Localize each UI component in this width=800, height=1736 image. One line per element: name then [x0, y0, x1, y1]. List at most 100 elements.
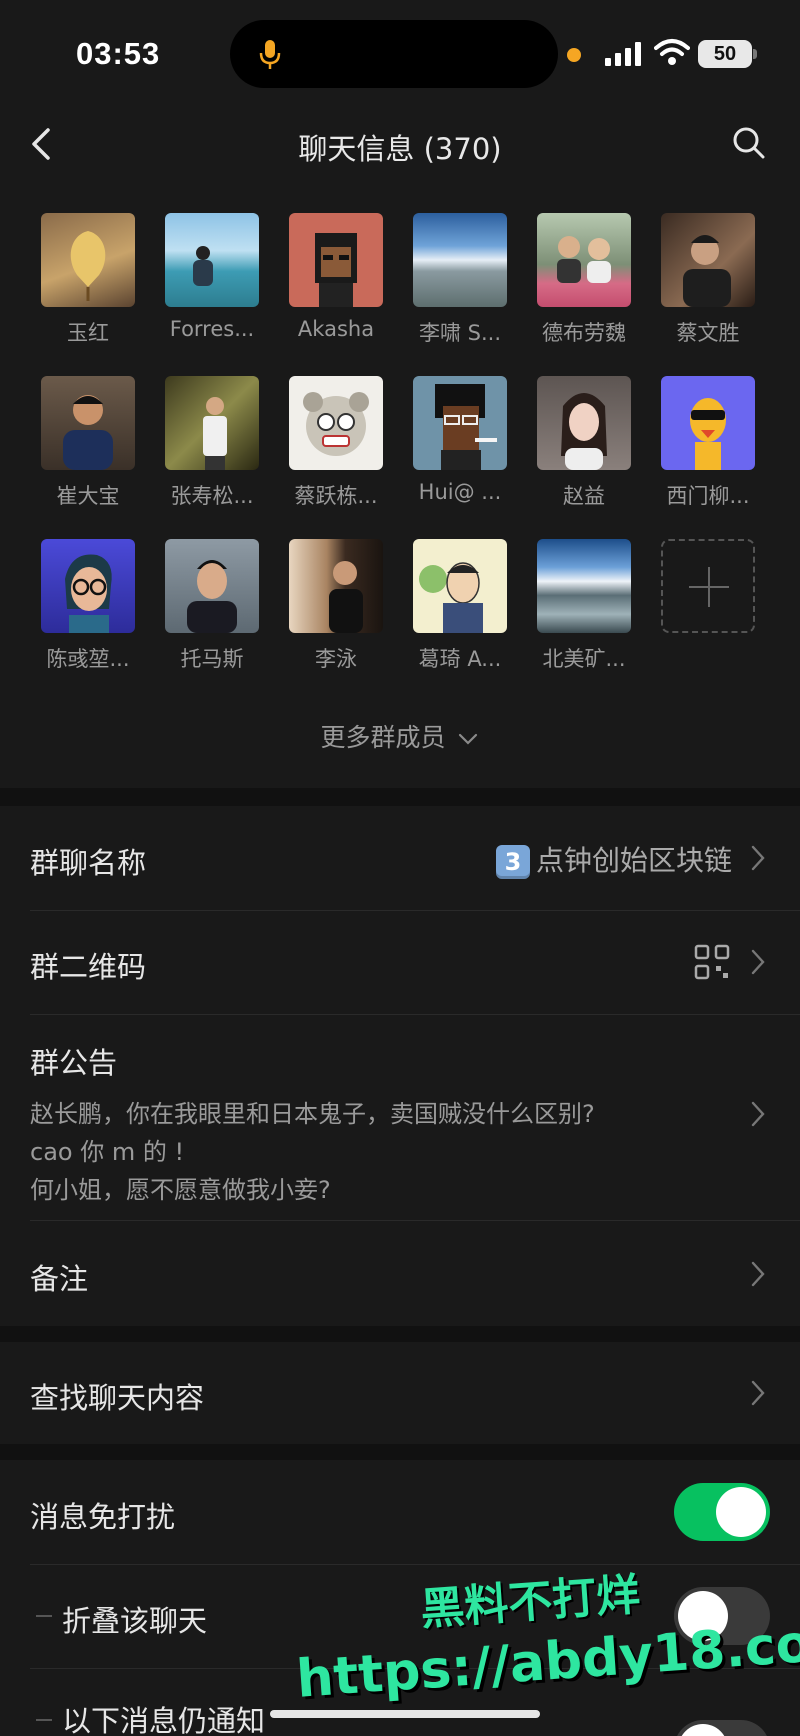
remark-row[interactable]: 备注 [0, 1220, 800, 1326]
avatar [413, 376, 507, 470]
settings-group: 群聊名称 3 点钟创始区块链 群二维码 群公告 赵长鹏，你在我眼里和日本鬼子，卖国… [0, 806, 800, 1326]
wifi-icon [654, 39, 690, 65]
member-item[interactable]: 张寿松... [150, 376, 274, 510]
avatar [165, 376, 259, 470]
member-item[interactable]: 陈彧堃... [26, 539, 150, 673]
member-item[interactable]: 西门柳... [646, 376, 770, 510]
remark-label: 备注 [30, 1262, 89, 1296]
member-item[interactable]: 李啸 S... [398, 213, 522, 347]
chevron-down-icon [459, 733, 478, 745]
member-name: 托马斯 [180, 647, 244, 671]
avatar [41, 539, 135, 633]
still-notify-toggle[interactable] [674, 1720, 770, 1736]
member-item[interactable]: 蔡跃栋... [274, 376, 398, 510]
indent-dash [36, 1615, 52, 1617]
avatar [289, 213, 383, 307]
member-name: 陈彧堃... [46, 647, 130, 671]
member-name: Akasha [297, 317, 375, 341]
avatar [537, 376, 631, 470]
avatar [413, 539, 507, 633]
avatar [41, 213, 135, 307]
member-name: 德布劳魏 [542, 321, 626, 345]
search-chat-label: 查找聊天内容 [30, 1381, 205, 1415]
announcement-row[interactable]: 群公告 赵长鹏，你在我眼里和日本鬼子，卖国贼没什么区别? cao 你 m 的 !… [0, 1014, 800, 1210]
member-item[interactable]: 蔡文胜 [646, 213, 770, 347]
member-name: 崔大宝 [56, 484, 120, 508]
member-name: 李泳 [315, 647, 357, 671]
member-item[interactable]: 北美矿... [522, 539, 646, 673]
fold-label: 折叠该聊天 [62, 1604, 208, 1638]
group-name-label: 群聊名称 [30, 846, 147, 880]
battery-tip [753, 49, 757, 59]
privacy-indicator [567, 48, 581, 62]
more-members-button[interactable]: 更多群成员 [0, 718, 800, 754]
announcement-line: 赵长鹏，你在我眼里和日本鬼子，卖国贼没什么区别? [30, 1100, 595, 1128]
member-name: Forres... [169, 317, 255, 341]
member-item[interactable]: 崔大宝 [26, 376, 150, 510]
member-item[interactable]: 赵益 [522, 376, 646, 510]
avatar [165, 213, 259, 307]
more-members-label: 更多群成员 [320, 723, 446, 752]
member-item[interactable]: 德布劳魏 [522, 213, 646, 347]
member-name: 蔡跃栋... [294, 484, 378, 508]
member-name: Hui@ ... [418, 480, 502, 504]
indent-dash [36, 1719, 52, 1721]
group-name-row[interactable]: 群聊名称 3 点钟创始区块链 [0, 806, 800, 910]
member-name: 玉红 [67, 321, 109, 345]
dynamic-island [230, 20, 558, 88]
chevron-right-icon [751, 1261, 765, 1287]
member-name: 葛琦 A... [418, 647, 502, 671]
mute-toggle[interactable] [674, 1483, 770, 1541]
member-item[interactable]: 李泳 [274, 539, 398, 673]
add-member-button[interactable] [646, 539, 770, 633]
avatar [165, 539, 259, 633]
qr-code-label: 群二维码 [30, 950, 147, 984]
qr-code-row[interactable]: 群二维码 [0, 910, 800, 1014]
mute-label: 消息免打扰 [30, 1500, 176, 1534]
chevron-right-icon [751, 949, 765, 975]
search-chat-row[interactable]: 查找聊天内容 [0, 1342, 800, 1444]
member-name: 北美矿... [542, 647, 626, 671]
cellular-signal-icon [605, 42, 641, 66]
plus-icon[interactable] [661, 539, 755, 633]
search-chat-group: 查找聊天内容 [0, 1342, 800, 1444]
chevron-right-icon [751, 1101, 765, 1127]
group-name-value: 3 点钟创始区块链 [495, 839, 732, 879]
member-item[interactable]: 玉红 [26, 213, 150, 347]
chevron-right-icon [751, 1380, 765, 1406]
qr-code-icon [694, 944, 730, 980]
announcement-line: 何小姐，愿不愿意做我小妾? [30, 1176, 331, 1204]
member-item[interactable]: Akasha [274, 213, 398, 341]
avatar [661, 376, 755, 470]
member-item[interactable]: Forres... [150, 213, 274, 341]
chevron-right-icon [751, 845, 765, 871]
announcement-line: cao 你 m 的 ! [30, 1138, 185, 1166]
member-name: 蔡文胜 [676, 321, 740, 345]
status-bar: 03:53 50 [0, 0, 800, 110]
status-time: 03:53 [76, 36, 161, 71]
page-title: 聊天信息 (370) [298, 132, 502, 166]
battery-icon: 50 [698, 40, 752, 68]
member-item[interactable]: Hui@ ... [398, 376, 522, 504]
member-name: 张寿松... [170, 484, 254, 508]
search-icon[interactable] [730, 124, 768, 162]
avatar [537, 213, 631, 307]
member-name: 赵益 [563, 484, 605, 508]
microphone-icon [259, 40, 281, 69]
mute-row: 消息免打扰 [0, 1460, 800, 1564]
member-name: 西门柳... [666, 484, 750, 508]
avatar [289, 376, 383, 470]
avatar [537, 539, 631, 633]
member-name: 李啸 S... [418, 321, 502, 345]
keycap-3-icon: 3 [495, 845, 530, 879]
group-name-text: 点钟创始区块链 [535, 844, 732, 877]
home-indicator[interactable] [270, 1710, 540, 1718]
member-grid: 玉红 Forres... Akasha 李啸 S... 德布劳魏 蔡文胜 崔大宝 [0, 180, 800, 788]
member-item[interactable]: 葛琦 A... [398, 539, 522, 673]
still-notify-label: 以下消息仍通知 [62, 1704, 266, 1736]
nav-bar: 聊天信息 (370) [0, 110, 800, 180]
avatar [289, 539, 383, 633]
avatar [413, 213, 507, 307]
announcement-label: 群公告 [30, 1046, 118, 1080]
member-item[interactable]: 托马斯 [150, 539, 274, 673]
